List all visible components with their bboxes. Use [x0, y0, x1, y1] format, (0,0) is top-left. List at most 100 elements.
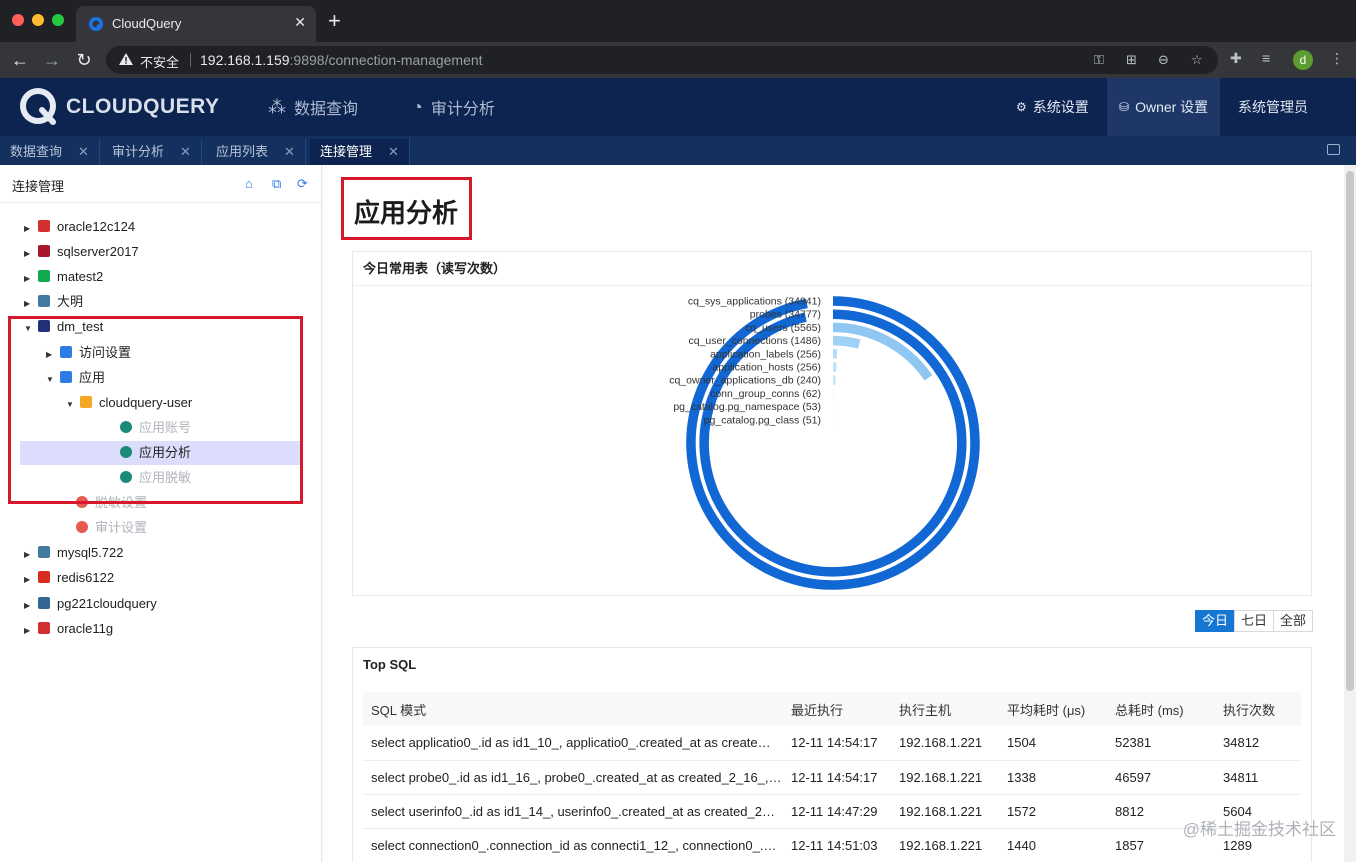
column-header[interactable]: 最近执行	[783, 692, 891, 726]
home-icon[interactable]: ⌂	[245, 176, 253, 191]
more-menu-icon[interactable]: ⋮	[1330, 50, 1344, 67]
tree-node[interactable]: ▶ sqlserver2017	[24, 240, 139, 264]
tree-node[interactable]: ▶ mysql5.722	[24, 541, 123, 565]
column-header[interactable]: SQL 模式	[363, 692, 783, 726]
table-row[interactable]: select userinfo0_.id as id1_14_, userinf…	[363, 794, 1301, 829]
users-gear-icon: ⚙	[1016, 100, 1027, 114]
table-row[interactable]: select probe0_.id as id1_16_, probe0_.cr…	[363, 760, 1301, 795]
back-icon[interactable]: ←	[8, 48, 32, 72]
table-row[interactable]: select connection0_.connection_id as con…	[363, 828, 1301, 862]
owner-settings-button[interactable]: ⛁ Owner 设置	[1107, 78, 1221, 136]
nav-audit-analysis[interactable]: ◔ 审计分析	[412, 78, 495, 136]
tree-node-label: oracle12c124	[57, 219, 136, 234]
range-today-button[interactable]: 今日	[1195, 610, 1236, 632]
bar-label: pg_catalog.pg_class (51)	[704, 414, 821, 426]
top-sql-table: SQL 模式 最近执行 执行主机 平均耗时 (μs) 总耗时 (ms) 执行次数 sele…	[363, 692, 1301, 862]
caret-right-icon[interactable]: ▶	[24, 292, 38, 316]
bookmark-star-icon[interactable]: ☆	[1191, 52, 1203, 68]
window-close-button[interactable]	[12, 14, 24, 26]
caret-right-icon[interactable]: ▶	[24, 242, 38, 266]
table-row[interactable]: select applicatio0_.id as id1_10_, appli…	[363, 726, 1301, 761]
window-minimize-button[interactable]	[32, 14, 44, 26]
close-tab-icon[interactable]: ✕	[294, 14, 306, 31]
table-cell: 192.168.1.221	[891, 726, 999, 761]
close-tab-icon[interactable]: ✕	[180, 144, 191, 159]
tree-node[interactable]: ▶ matest2	[24, 265, 103, 289]
tab-audit-analysis[interactable]: 审计分析 ✕	[102, 139, 202, 165]
database-gear-icon: ⛁	[1119, 100, 1130, 114]
tree-node[interactable]: ▶ oracle11g	[24, 617, 113, 641]
address-bar[interactable]: 不安全 192.168.1.159:9898/connection-manage…	[106, 46, 1218, 74]
bar-label: cq_sys_applications (34941)	[688, 296, 821, 308]
tree-node[interactable]: ▶ pg221cloudquery	[24, 592, 157, 616]
tree-node[interactable]: ▶ 大明	[24, 290, 83, 314]
sqlserver-icon	[38, 245, 50, 258]
tab-connection-management[interactable]: 连接管理 ✕	[310, 139, 410, 165]
refresh-icon[interactable]: ⟳	[297, 176, 308, 192]
table-cell: 34811	[1215, 760, 1301, 795]
zoom-icon[interactable]: ⊖	[1158, 52, 1169, 68]
top-sql-card: Top SQL SQL 模式 最近执行 执行主机 平均耗时 (μs) 总耗时 (ms) 执…	[352, 647, 1312, 862]
radial-bar-cq_users[interactable]	[832, 322, 933, 381]
column-header[interactable]: 平均耗时 (μs)	[999, 692, 1107, 726]
sql-pattern-cell: select probe0_.id as id1_16_, probe0_.cr…	[363, 760, 783, 795]
frequent-tables-card: 今日常用表（读写次数） cq_sys_applications (34941) p…	[352, 251, 1312, 596]
gear-icon	[76, 521, 88, 534]
close-tab-icon[interactable]: ✕	[388, 144, 399, 159]
translate-icon[interactable]: ⊞	[1126, 52, 1137, 68]
tab-data-query[interactable]: 数据查询 ✕	[0, 139, 100, 165]
new-tab-icon[interactable]: +	[328, 10, 341, 32]
caret-right-icon[interactable]: ▶	[24, 594, 38, 618]
insecure-label: 不安全	[140, 55, 180, 70]
fullscreen-icon[interactable]	[1327, 144, 1340, 155]
scrollbar-thumb[interactable]	[1346, 171, 1354, 691]
close-tab-icon[interactable]: ✕	[78, 144, 89, 159]
column-header[interactable]: 总耗时 (ms)	[1107, 692, 1215, 726]
caret-right-icon[interactable]: ▶	[24, 568, 38, 592]
nav-audit-analysis-label: 审计分析	[430, 101, 495, 118]
column-header[interactable]: 执行次数	[1215, 692, 1301, 726]
reading-list-icon[interactable]: ≡	[1262, 50, 1270, 66]
annotation-highlight-box	[8, 316, 303, 504]
tab-label: 数据查询	[10, 144, 63, 159]
tree-node[interactable]: ▶ redis6122	[24, 566, 114, 590]
window-maximize-button[interactable]	[52, 14, 64, 26]
tree-node[interactable]: ▶ oracle12c124	[24, 215, 135, 239]
sidebar-title: 连接管理	[12, 179, 65, 194]
caret-right-icon[interactable]: ▶	[24, 217, 38, 241]
nav-data-query[interactable]: ⁂ 数据查询	[268, 78, 358, 136]
nav-data-query-label: 数据查询	[294, 101, 359, 118]
caret-right-icon[interactable]: ▶	[24, 267, 38, 291]
tree-node-label: 大明	[57, 294, 84, 310]
forward-icon[interactable]: →	[40, 48, 64, 72]
system-settings-button[interactable]: ⚙ 系统设置	[1016, 78, 1089, 136]
close-tab-icon[interactable]: ✕	[284, 144, 295, 159]
range-week-button[interactable]: 七日	[1234, 610, 1275, 632]
reload-icon[interactable]: ↻	[72, 48, 96, 72]
tab-label: 审计分析	[112, 144, 165, 159]
user-menu[interactable]: 系统管理员	[1238, 78, 1308, 136]
caret-right-icon[interactable]: ▶	[24, 543, 38, 567]
tab-label: 应用列表	[216, 144, 269, 159]
divider	[190, 53, 191, 67]
connection-sidebar: 连接管理 ⌂ ⧉ ⟳ ▶ oracle12c124 ▶ sqlserver2017 ▶ m…	[0, 165, 322, 862]
cloudquery-favicon	[89, 17, 103, 31]
radial-bar-chart: cq_sys_applications (34941)probes (34777…	[669, 296, 980, 590]
scrollbar[interactable]	[1344, 165, 1356, 862]
collapse-all-icon[interactable]: ⧉	[272, 176, 281, 192]
watermark: @稀土掘金技术社区	[1182, 820, 1336, 839]
browser-tab[interactable]: CloudQuery ✕	[76, 6, 316, 42]
range-all-button[interactable]: 全部	[1273, 610, 1314, 632]
table-cell: 46597	[1107, 760, 1215, 795]
extensions-icon[interactable]: ✚	[1230, 50, 1242, 67]
url-host: 192.168.1.159	[200, 52, 290, 68]
radial-bar-cq_user_connections[interactable]	[832, 335, 861, 349]
profile-avatar[interactable]: d	[1293, 50, 1313, 70]
caret-right-icon[interactable]: ▶	[24, 619, 38, 643]
tab-app-list[interactable]: 应用列表 ✕	[206, 139, 306, 165]
cloudquery-logo[interactable]: CLOUDQUERY	[20, 88, 220, 126]
key-icon[interactable]: ⚿	[1094, 52, 1104, 68]
column-header[interactable]: 执行主机	[891, 692, 999, 726]
bar-label: application_hosts (256)	[712, 362, 821, 374]
tree-node[interactable]: 审计设置	[62, 516, 147, 540]
